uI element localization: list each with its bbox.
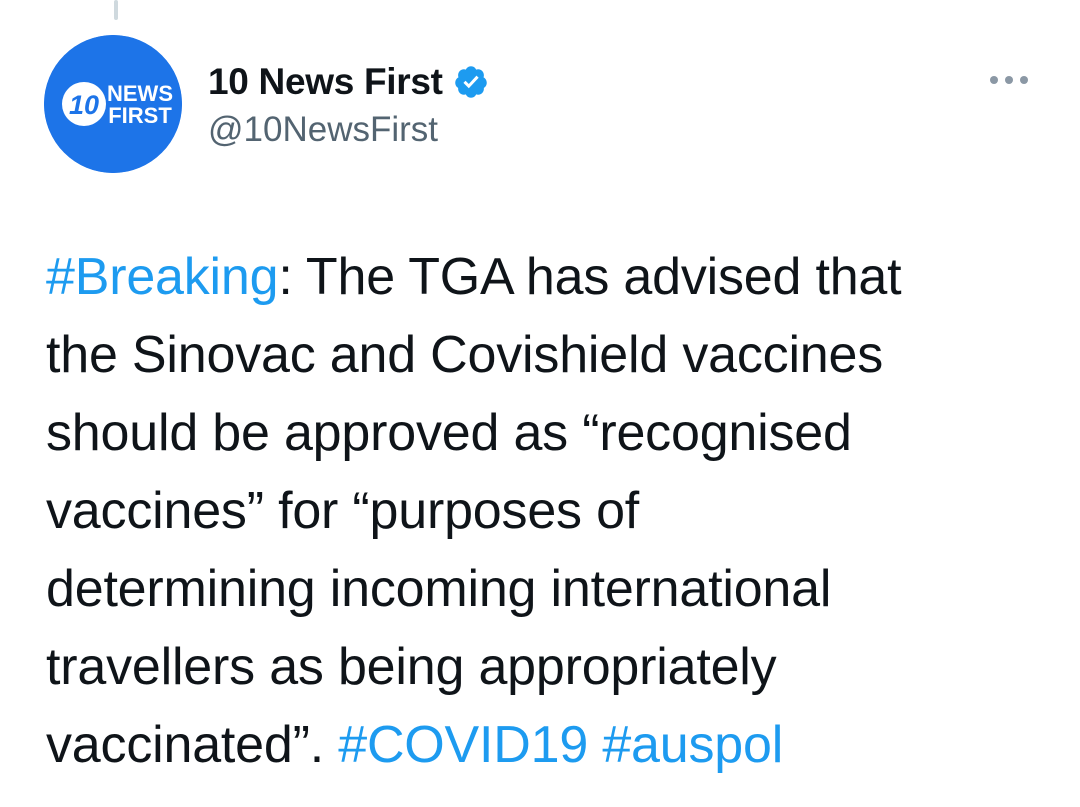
tweet-line: determining incoming international [46, 560, 832, 618]
author-handle[interactable]: @10NewsFirst [208, 110, 438, 150]
svg-text:FIRST: FIRST [108, 103, 172, 128]
thread-connector-line [114, 0, 118, 20]
more-options-button[interactable] [984, 62, 1034, 98]
tweet-line: travellers as being appropriately [46, 638, 777, 696]
more-horizontal-icon [990, 76, 1028, 84]
hashtag-link[interactable]: #COVID19 [338, 716, 588, 774]
tweet-text: #Breaking: The TGA has advised that the … [46, 238, 1046, 784]
tweet-line: #Breaking: The TGA has advised that [46, 238, 1046, 316]
author-display-name[interactable]: 10 News First [208, 61, 443, 103]
tweet-line-text: : The TGA has advised that [278, 248, 902, 306]
tweet-line: should be approved as “recognised [46, 404, 852, 462]
author-name-row: 10 News First [208, 60, 489, 104]
tweet-line: vaccinated”. #COVID19 #auspol [46, 706, 1046, 784]
hashtag-link[interactable]: #Breaking [46, 248, 279, 306]
svg-text:10: 10 [69, 90, 99, 120]
tweet-line: vaccines” for “purposes of [46, 482, 640, 540]
tweet-line-text: vaccinated”. [46, 716, 339, 774]
avatar[interactable]: 10 NEWS FIRST [44, 35, 182, 173]
tweet-line: the Sinovac and Covishield vaccines [46, 326, 884, 384]
10-news-first-logo-icon: 10 NEWS FIRST [44, 35, 182, 173]
hashtag-link[interactable]: #auspol [602, 716, 783, 774]
verified-badge-icon [454, 66, 487, 98]
